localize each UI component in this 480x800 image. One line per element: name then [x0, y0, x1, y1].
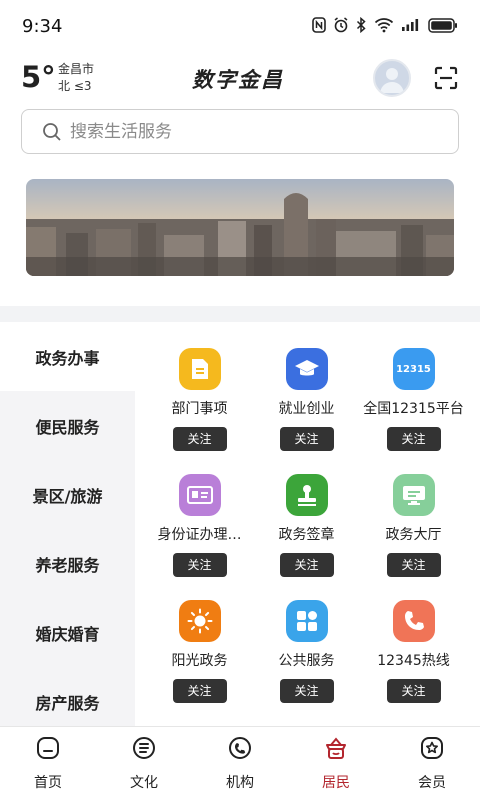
- wind-info: 北 ≤3: [58, 79, 92, 93]
- service-label: 政务签章: [278, 527, 335, 543]
- institution-icon: [229, 737, 251, 759]
- sidebar-item-wedding-birth[interactable]: 婚庆婚育: [0, 598, 135, 667]
- category-sidebar: 政务办事 便民服务 景区/旅游 养老服务 婚庆婚育 房产服务: [0, 322, 135, 726]
- user-placeholder-icon: [380, 68, 404, 93]
- city-skyline-illustration: [26, 179, 454, 276]
- avatar[interactable]: [373, 59, 411, 97]
- weather-location[interactable]: 金昌市 北 ≤3: [58, 61, 94, 95]
- app-brand-title: 数字金昌: [192, 67, 284, 92]
- nav-label: 居民: [322, 775, 350, 791]
- city-banner-image[interactable]: [26, 179, 454, 276]
- nav-label: 首页: [34, 775, 62, 791]
- service-label: 公共服务: [278, 653, 335, 669]
- wifi-icon: [374, 18, 394, 33]
- follow-button[interactable]: 关注: [279, 679, 334, 703]
- service-item[interactable]: 12315 全国12315平台 关注: [356, 322, 471, 451]
- nav-label: 会员: [418, 775, 446, 791]
- blocks-icon: [285, 600, 328, 642]
- nav-item-culture[interactable]: 文化: [96, 727, 192, 800]
- document-icon: [178, 348, 221, 390]
- service-item[interactable]: 身份证办理… 关注: [142, 448, 257, 577]
- sidebar-item-convenience-services[interactable]: 便民服务: [0, 391, 135, 460]
- service-item[interactable]: 政务大厅 关注: [356, 448, 471, 577]
- alarm-icon: [334, 17, 348, 33]
- temperature[interactable]: 5°: [21, 60, 56, 94]
- graduation-cap-icon: [285, 348, 328, 390]
- service-item[interactable]: 12345热线 关注: [356, 574, 471, 703]
- resident-icon: [326, 737, 346, 759]
- service-grid: 部门事项 关注 就业创业 关注 12315 全国12315平台 关注 身份证办理…: [135, 322, 480, 726]
- city-name: 金昌市: [58, 62, 95, 76]
- service-label: 12345热线: [377, 653, 450, 669]
- signal-icon: [402, 19, 419, 31]
- service-label: 阳光政务: [171, 653, 228, 669]
- monitor-icon: [392, 474, 435, 516]
- search-bar[interactable]: [21, 109, 459, 154]
- service-item[interactable]: 就业创业 关注: [249, 322, 364, 451]
- battery-icon: [428, 17, 457, 33]
- service-item[interactable]: 部门事项 关注: [142, 322, 257, 451]
- follow-button[interactable]: 关注: [386, 679, 441, 703]
- id-card-icon: [178, 474, 221, 516]
- service-item[interactable]: 阳光政务 关注: [142, 574, 257, 703]
- search-input[interactable]: [70, 121, 410, 142]
- sidebar-item-government-affairs[interactable]: 政务办事: [0, 322, 135, 391]
- bottom-navigation: 首页 文化 机构 居民 会员: [0, 726, 480, 800]
- follow-button[interactable]: 关注: [172, 679, 227, 703]
- nav-item-home[interactable]: 首页: [0, 727, 96, 800]
- sidebar-item-elderly-care[interactable]: 养老服务: [0, 529, 135, 598]
- sidebar-item-scenic-tourism[interactable]: 景区/旅游: [0, 460, 135, 529]
- section-divider: [0, 306, 480, 322]
- status-time: 9:34: [22, 16, 63, 37]
- search-icon: [43, 122, 61, 141]
- culture-icon: [133, 737, 155, 759]
- phone-icon: [392, 600, 435, 642]
- service-label: 就业创业: [278, 401, 335, 417]
- sun-icon: [178, 600, 221, 642]
- 12315-badge-icon: 12315: [392, 348, 435, 390]
- bluetooth-icon: [356, 17, 366, 33]
- nav-item-resident[interactable]: 居民: [288, 727, 384, 800]
- service-label: 全国12315平台: [363, 401, 464, 417]
- status-bar: 9:34: [0, 0, 480, 52]
- service-item[interactable]: 政务签章 关注: [249, 448, 364, 577]
- member-icon: [421, 737, 443, 759]
- status-icons: [312, 17, 458, 33]
- service-label: 部门事项: [171, 401, 228, 417]
- header: 5° 金昌市 北 ≤3 数字金昌: [0, 52, 480, 104]
- service-label: 政务大厅: [385, 527, 442, 543]
- service-item[interactable]: 公共服务 关注: [249, 574, 364, 703]
- stamp-icon: [285, 474, 328, 516]
- nfc-icon: [312, 17, 326, 33]
- nav-label: 机构: [226, 775, 254, 791]
- scan-icon[interactable]: [434, 66, 458, 90]
- app-screen: 9:34 5° 金昌市 北 ≤3 数字金昌 搜索生活服务 政务办事 便民服务 景…: [0, 0, 480, 800]
- nav-item-member[interactable]: 会员: [384, 727, 480, 800]
- nav-label: 文化: [130, 775, 158, 791]
- nav-item-institution[interactable]: 机构: [192, 727, 288, 800]
- service-label: 身份证办理…: [157, 527, 242, 543]
- home-icon: [37, 737, 59, 759]
